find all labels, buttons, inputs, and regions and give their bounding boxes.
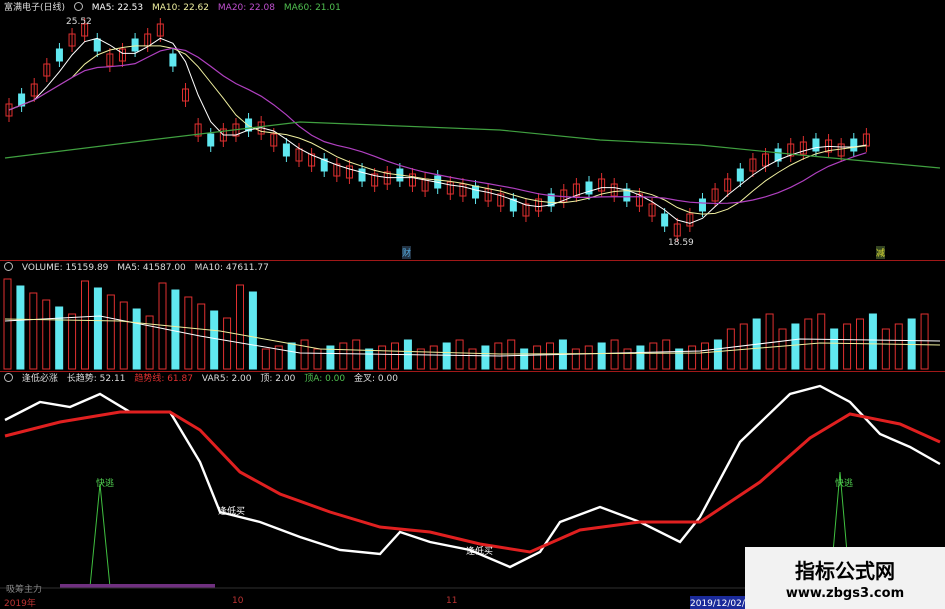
price-panel: 富满电子(日线) MA5: 22.53 MA10: 22.62 MA20: 22… <box>0 0 945 262</box>
volume-bar <box>868 313 877 370</box>
volume-bar <box>726 328 735 370</box>
volume-bar <box>701 342 709 370</box>
x-label-11: 11 <box>446 596 458 606</box>
volume-bar <box>649 342 658 370</box>
volume-chart[interactable] <box>0 261 945 373</box>
watermark-logo: 指标公式网 www.zbgs3.com <box>745 547 945 609</box>
x-label-10: 10 <box>232 596 244 606</box>
volume-bar <box>391 342 399 370</box>
volume-bar <box>920 313 929 370</box>
reduction-marker[interactable]: 减 <box>876 246 886 259</box>
buy-low-tag-2: 逢低买 <box>466 547 494 557</box>
low-price-label: 18.59 <box>668 238 694 248</box>
volume-bar <box>16 285 25 370</box>
volume-bar <box>236 284 244 370</box>
signal-spike-1 <box>89 483 111 588</box>
volume-bar <box>3 278 12 370</box>
candle-body <box>472 185 480 199</box>
volume-bar <box>455 339 464 370</box>
price-chart[interactable] <box>0 0 945 262</box>
candle-body <box>282 143 290 157</box>
volume-bar <box>610 339 619 370</box>
candle-body <box>698 198 706 212</box>
volume-ma5-line <box>4 315 941 357</box>
volume-bar <box>261 348 270 370</box>
volume-bar <box>468 348 477 370</box>
volume-bar <box>843 323 852 370</box>
watermark-url: www.zbgs3.com <box>785 586 905 601</box>
volume-bar <box>429 345 438 370</box>
volume-bar <box>778 328 787 370</box>
ma5-line <box>8 37 867 224</box>
x-label-year: 2019年 <box>4 599 36 609</box>
volume-bar <box>765 313 774 370</box>
fast-escape-tag-2: 快逃 <box>835 479 854 489</box>
volume-bar <box>210 310 219 370</box>
volume-bar <box>817 313 826 370</box>
volume-bar <box>42 299 51 370</box>
candle-body <box>93 38 101 52</box>
volume-bar <box>623 348 632 370</box>
volume-bar <box>313 348 322 370</box>
candle-body <box>812 138 820 152</box>
volume-bar <box>520 348 529 370</box>
volume-bar <box>791 323 800 370</box>
volume-bar <box>546 342 554 370</box>
volume-bar <box>81 280 89 370</box>
volume-bar <box>442 342 451 370</box>
volume-bar <box>481 345 490 370</box>
volume-bar <box>636 345 645 370</box>
volume-bar <box>223 317 232 370</box>
volume-panel: VOLUME: 15159.89 MA5: 41587.00 MA10: 476… <box>0 261 945 373</box>
candle-body <box>736 168 744 182</box>
volume-bar <box>55 306 64 370</box>
candle-body <box>55 48 63 62</box>
volume-bar <box>881 328 890 370</box>
volume-bar <box>597 342 606 370</box>
bottom-text: 吸筹主力 <box>6 585 43 595</box>
accumulation-bar <box>60 584 215 588</box>
volume-bar <box>584 345 593 370</box>
volume-bar <box>132 308 141 370</box>
volume-bar <box>533 345 542 370</box>
candle-body <box>169 53 177 67</box>
volume-bar <box>171 289 180 370</box>
volume-bar <box>106 294 115 370</box>
volume-bar <box>352 339 361 370</box>
volume-bar <box>830 328 839 370</box>
trend-line <box>4 410 941 554</box>
volume-bar <box>300 339 309 370</box>
volume-bar <box>662 339 671 370</box>
volume-bar <box>571 348 580 370</box>
high-price-label: 25.52 <box>66 17 92 27</box>
volume-bar <box>894 323 903 370</box>
volume-bar <box>68 313 77 370</box>
volume-bar <box>248 291 257 370</box>
volume-bar <box>713 339 722 370</box>
volume-bar <box>29 292 38 370</box>
candle-body <box>850 138 858 152</box>
candle-body <box>131 38 139 52</box>
volume-bar <box>378 345 387 370</box>
volume-bar <box>507 339 516 370</box>
candle-body <box>207 133 215 147</box>
volume-bar <box>287 342 296 370</box>
volume-bar <box>339 342 348 370</box>
candle-body <box>661 213 669 227</box>
volume-bar <box>93 287 102 370</box>
volume-bar <box>365 348 374 370</box>
buy-low-tag-1: 逢低买 <box>218 507 246 517</box>
watermark-title: 指标公式网 <box>795 559 895 583</box>
volume-bar <box>158 282 167 370</box>
fast-escape-tag-1: 快逃 <box>96 479 115 489</box>
candle-body <box>358 168 366 182</box>
volume-bar <box>688 345 697 370</box>
volume-bar <box>119 301 128 370</box>
earnings-marker[interactable]: 财 <box>402 246 412 259</box>
